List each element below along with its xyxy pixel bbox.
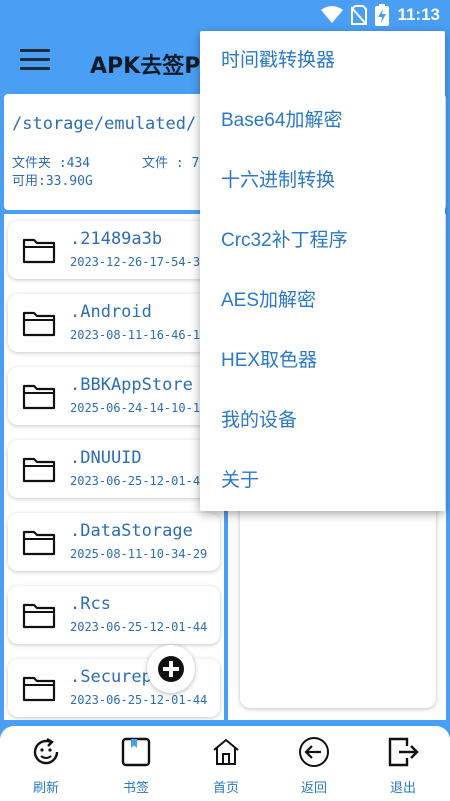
exit-icon [388,737,419,767]
available-space: 可用:33.90G [12,174,93,189]
no-sim-icon [351,5,368,25]
file-name: .Securep [70,667,152,687]
menu-item-hex-converter[interactable]: 十六进制转换 [200,151,445,211]
nav-home[interactable]: 首页 [181,726,271,801]
app-title: APK去签P [90,54,201,79]
status-icons: 11:13 [321,4,440,26]
file-name: .Android [70,302,152,322]
clock: 11:13 [397,5,440,24]
menu-item-hex-color-picker[interactable]: HEX取色器 [200,331,445,391]
file-date: 2025-08-11-10-34-29 [70,547,208,561]
home-icon [213,738,239,765]
file-list-item[interactable]: .21489a3b 2023-12-26-17-54-3 [8,221,220,279]
nav-bookmark[interactable]: 书签 [91,726,181,801]
refresh-icon [33,737,59,765]
file-list: .21489a3b 2023-12-26-17-54-3 .Android 20… [4,214,224,720]
file-list-item[interactable]: .BBKAppStore 2025-06-24-14-10-1 [8,367,220,425]
file-list-item[interactable]: .Rcs 2023-06-25-12-01-44 [8,586,220,644]
menu-item-base64[interactable]: Base64加解密 [200,91,445,151]
nav-label: 书签 [122,781,149,796]
bottom-nav: 刷新 书签 首页 返回 退出 [0,722,450,801]
folder-icon [22,530,56,556]
nav-label: 首页 [212,781,239,796]
nav-label: 返回 [300,781,327,796]
file-list-item[interactable]: .DataStorage 2025-08-11-10-34-29 [8,513,220,571]
bottom-nav-bar: 刷新 书签 首页 返回 退出 [0,726,450,801]
bookmark-icon [121,737,151,767]
file-name: .DNUUID [70,448,142,468]
menu-item-my-device[interactable]: 我的设备 [200,391,445,451]
menu-item-about[interactable]: 关于 [200,451,445,511]
file-name: .DataStorage [70,521,193,541]
file-date: 2023-06-25-12-01-4 [70,474,201,488]
folder-icon [22,384,56,410]
file-list-item[interactable]: .DNUUID 2023-06-25-12-01-4 [8,440,220,498]
nav-back[interactable]: 返回 [269,726,359,801]
menu-item-aes[interactable]: AES加解密 [200,271,445,331]
nav-refresh[interactable]: 刷新 [1,726,91,801]
current-path: /storage/emulated/ [12,114,197,134]
plus-circle-icon [158,656,184,682]
file-date: 2023-06-25-12-01-44 [70,620,208,634]
menu-item-crc32-patcher[interactable]: Crc32补丁程序 [200,211,445,271]
folder-icon [22,603,56,629]
hamburger-menu-icon[interactable] [20,49,50,73]
file-count: 文件 : 7 [142,156,200,171]
folder-icon [22,311,56,337]
status-bar: 11:13 [0,0,450,30]
folder-icon [22,238,56,264]
file-list-item[interactable]: .Android 2023-08-11-16-46-1 [8,294,220,352]
wifi-icon [321,6,344,23]
file-date: 2023-12-26-17-54-3 [70,255,201,269]
nav-exit[interactable]: 退出 [358,726,448,801]
file-name: .BBKAppStore [70,375,193,395]
file-name: .Rcs [70,594,111,614]
nav-label: 退出 [389,781,416,796]
menu-item-timestamp-converter[interactable]: 时间戳转换器 [200,31,445,91]
file-date: 2023-08-11-16-46-1 [70,328,201,342]
folder-icon [22,676,56,702]
folder-count: 文件夹 :434 [12,156,91,171]
nav-label: 刷新 [32,781,59,796]
overflow-menu: 时间戳转换器 Base64加解密 十六进制转换 Crc32补丁程序 AES加解密… [200,31,445,511]
folder-icon [22,457,56,483]
file-name: .21489a3b [70,229,163,249]
file-date: 2023-06-25-12-01-44 [70,693,208,707]
add-button[interactable] [147,645,195,693]
back-icon [299,737,329,767]
battery-charging-icon [375,4,390,26]
file-date: 2025-06-24-14-10-1 [70,401,201,415]
